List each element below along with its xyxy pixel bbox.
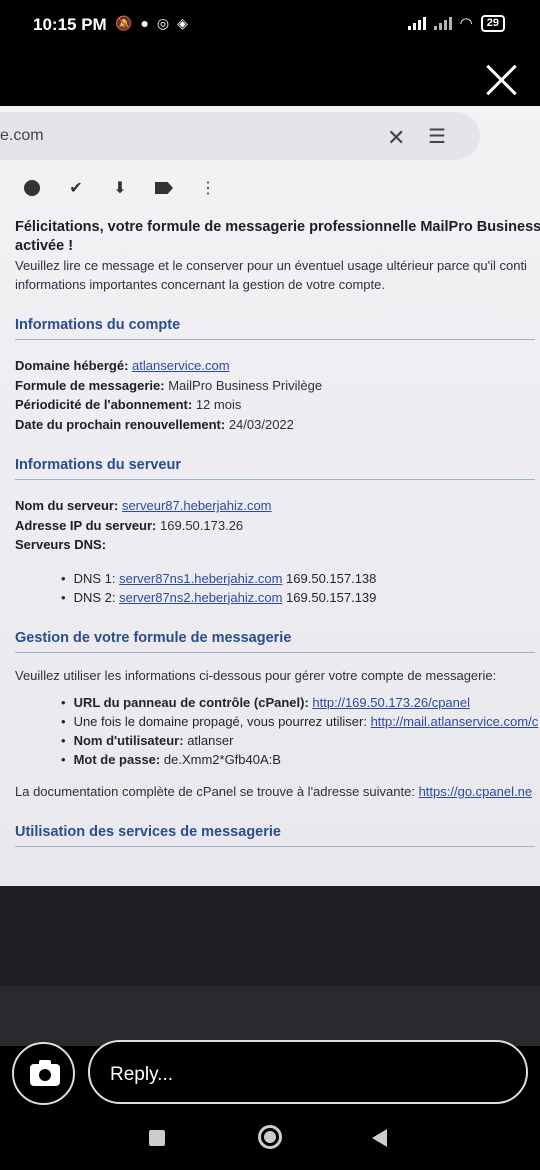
signal-icon-2	[433, 16, 452, 30]
list-item: Nom d'utilisateur: atlanser	[73, 731, 540, 750]
add-task-icon[interactable]: ✔	[66, 178, 86, 198]
cpanel-link[interactable]: http://169.50.173.26/cpanel	[312, 695, 470, 710]
system-icons: ◠ 29	[407, 14, 505, 32]
server-name-label: Nom du serveur:	[15, 498, 119, 513]
section-server: Informations du serveur	[15, 456, 535, 480]
email-intro: Veuillez lire ce message et le conserver…	[15, 258, 527, 273]
section-manage: Gestion de votre formule de messagerie	[15, 629, 535, 653]
battery-icon: 29	[480, 14, 505, 32]
manage-list: URL du panneau de contrôle (cPanel): htt…	[73, 693, 540, 769]
location-icon: ◎	[156, 15, 170, 31]
server-info: Nom du serveur: serveur87.heberjahiz.com…	[15, 496, 540, 607]
close-icon[interactable]	[480, 58, 524, 102]
clear-search-icon[interactable]: ✕	[387, 125, 405, 151]
manage-intro: Veuillez utiliser les informations ci-de…	[15, 667, 497, 683]
nfc-icon: ◈	[177, 15, 188, 31]
dns-list: DNS 1: server87ns1.heberjahiz.com 169.50…	[73, 569, 540, 607]
section-usage: Utilisation des services de messagerie	[15, 823, 535, 847]
move-to-inbox-icon[interactable]: ⬇	[110, 178, 130, 198]
server-name-link[interactable]: serveur87.heberjahiz.com	[122, 498, 272, 513]
email-intro-2: informations importantes concernant la g…	[15, 277, 385, 292]
search-text: e.com	[0, 127, 44, 144]
signal-icon	[407, 16, 426, 30]
section-account: Informations du compte	[15, 316, 535, 340]
status-bar: 10:15 PM 🔕 ● ◎ ◈ ◠ 29	[0, 0, 540, 50]
notification-icons: 🔕 ● ◎ ◈	[115, 15, 188, 32]
period-label: Périodicité de l'abonnement:	[15, 397, 193, 412]
email-toolbar: ✔ ⬇ ⋮	[22, 178, 218, 198]
renewal-value: 24/03/2022	[228, 416, 294, 432]
list-item: DNS 1: server87ns1.heberjahiz.com 169.50…	[73, 569, 540, 588]
domain-label: Domaine hébergé:	[15, 358, 129, 373]
navigation-bar	[0, 1110, 540, 1170]
reply-input[interactable]: Reply...	[88, 1040, 528, 1104]
search-options-icon[interactable]: ☰	[428, 124, 446, 149]
laptop-keyboard-area	[0, 886, 540, 986]
camera-icon	[30, 1060, 60, 1086]
mute-icon: 🔕	[115, 15, 133, 31]
email-headline: Félicitations, votre formule de messager…	[15, 219, 540, 235]
laptop-keyboard-area-2	[0, 986, 540, 1046]
plan-label: Formule de messagerie:	[15, 377, 165, 393]
email-photo: e.com ✕ ☰ ✔ ⬇ ⋮ Félicitations, votre for…	[0, 106, 540, 886]
list-item: Mot de passe: de.Xmm2*Gfb40A:B	[73, 750, 540, 769]
cpanel-doc: La documentation complète de cPanel se t…	[15, 783, 533, 799]
snooze-icon[interactable]	[22, 178, 42, 198]
list-item: DNS 2: server87ns2.heberjahiz.com 169.50…	[73, 588, 540, 607]
plan-value: MailPro Business Privilège	[168, 377, 323, 393]
recents-icon[interactable]	[149, 1130, 165, 1146]
chat-icon: ●	[140, 15, 149, 31]
clock: 10:15 PM	[33, 15, 107, 34]
list-item: URL du panneau de contrôle (cPanel): htt…	[73, 693, 540, 712]
home-icon[interactable]	[258, 1125, 282, 1149]
label-icon[interactable]	[154, 178, 174, 198]
period-value: 12 mois	[195, 397, 242, 412]
dns1-link[interactable]: server87ns1.heberjahiz.com	[119, 571, 282, 586]
email-headline-2: activée !	[15, 238, 74, 254]
dns-label: Serveurs DNS:	[15, 537, 107, 552]
back-icon[interactable]	[372, 1129, 387, 1147]
more-icon[interactable]: ⋮	[198, 178, 218, 198]
list-item: Une fois le domaine propagé, vous pourre…	[73, 712, 540, 731]
dns2-link[interactable]: server87ns2.heberjahiz.com	[119, 590, 282, 605]
reply-placeholder: Reply...	[110, 1064, 174, 1085]
email-body: Félicitations, votre formule de messager…	[15, 218, 540, 847]
wifi-icon: ◠	[459, 15, 473, 32]
account-info: Domaine hébergé: atlanservice.com Formul…	[15, 356, 540, 434]
search-bar[interactable]: e.com ✕ ☰	[0, 112, 480, 160]
webmail-link[interactable]: http://mail.atlanservice.com/c	[371, 714, 539, 729]
camera-button[interactable]	[12, 1042, 75, 1105]
domain-link[interactable]: atlanservice.com	[132, 358, 230, 373]
server-ip-label: Adresse IP du serveur:	[15, 517, 157, 533]
server-ip-value: 169.50.173.26	[160, 517, 244, 533]
renewal-label: Date du prochain renouvellement:	[15, 416, 226, 432]
doc-link[interactable]: https://go.cpanel.ne	[419, 784, 532, 799]
